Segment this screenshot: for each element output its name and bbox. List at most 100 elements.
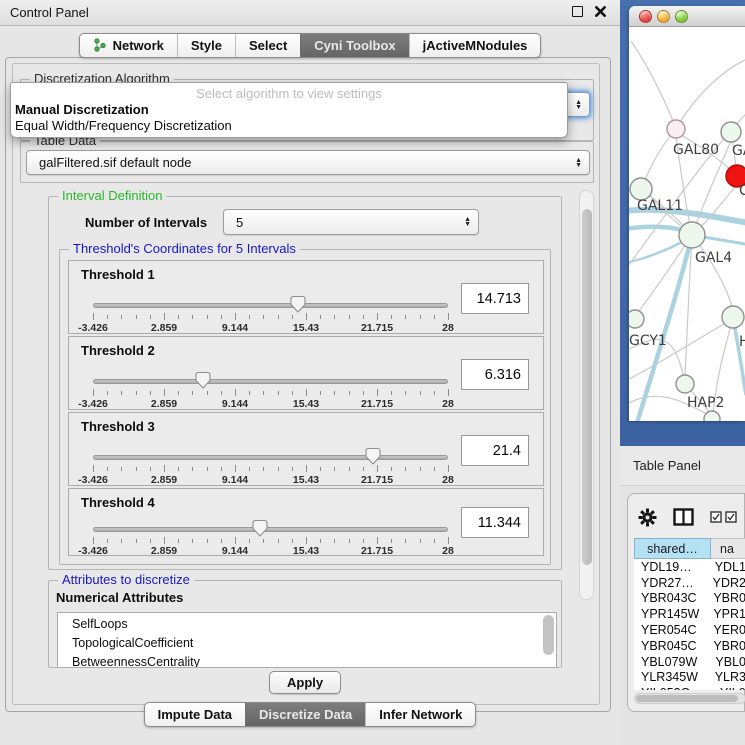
- interval-definition-section: Interval Definition Number of Intervals …: [48, 196, 562, 570]
- thresholds-section: Threshold's Coordinates for 5 Intervals …: [59, 249, 551, 565]
- table-row[interactable]: YIL052CYIL0: [634, 685, 745, 690]
- slider-track[interactable]: [93, 379, 448, 384]
- num-intervals-value: 5: [236, 215, 243, 230]
- slider-ticks: [93, 537, 448, 545]
- attributes-section: Attributes to discretize Numerical Attri…: [48, 580, 562, 668]
- tab-infer-network[interactable]: Infer Network: [365, 703, 475, 726]
- table-row[interactable]: YLR345WYLR3: [634, 670, 745, 686]
- table-horizontal-scrollbar[interactable]: [634, 693, 745, 704]
- network-window: GAL80 GA C GAL11 GAL4 GCY1 H HAP2: [629, 6, 745, 421]
- table-panel-titlebar: Table Panel: [620, 446, 745, 486]
- table-header-row: shared… na: [634, 538, 745, 559]
- close-window-icon[interactable]: [639, 10, 652, 23]
- settings-scrollbar-thumb[interactable]: [582, 209, 592, 565]
- algorithm-option-manual[interactable]: Manual Discretization: [11, 101, 567, 117]
- list-item[interactable]: BetweennessCentrality: [72, 653, 556, 668]
- float-window-icon[interactable]: [572, 6, 583, 17]
- node-hap2[interactable]: [676, 375, 694, 393]
- node-label: GCY1: [629, 333, 667, 349]
- slider-scale: -3.4262.8599.14415.4321.71528: [93, 398, 448, 410]
- slider-scale: -3.4262.8599.14415.4321.71528: [93, 545, 448, 557]
- thresholds-title: Threshold's Coordinates for 5 Intervals: [69, 241, 300, 256]
- tab-select[interactable]: Select: [235, 34, 300, 57]
- algorithm-dropdown-popup: Select algorithm to view settings Manual…: [10, 82, 568, 138]
- column-header-name[interactable]: na: [711, 538, 745, 559]
- table-horizontal-scrollbar-thumb[interactable]: [636, 695, 738, 702]
- slider-ticks: [93, 313, 448, 321]
- node-right-mid[interactable]: [722, 306, 744, 328]
- slider-track[interactable]: [93, 527, 448, 532]
- control-panel-titlebar: Control Panel: [0, 0, 620, 26]
- table-row[interactable]: YDR27…YDR2: [634, 575, 745, 591]
- numerical-attributes-list[interactable]: SelfLoops TopologicalCoefficient Between…: [57, 612, 557, 668]
- panel-title: Control Panel: [10, 5, 89, 20]
- numerical-attributes-label: Numerical Attributes: [56, 590, 183, 605]
- node-bottom[interactable]: [704, 411, 720, 421]
- table-row[interactable]: YDL19…YDL1: [634, 559, 745, 575]
- zoom-window-icon[interactable]: [675, 10, 688, 23]
- threshold-3-slider[interactable]: -3.4262.8599.14415.4321.71528: [93, 413, 448, 487]
- network-window-titlebar: [629, 6, 745, 27]
- num-intervals-combobox[interactable]: 5 ▲▼: [223, 209, 479, 235]
- list-item[interactable]: TopologicalCoefficient: [72, 634, 556, 653]
- tab-cyni-toolbox[interactable]: Cyni Toolbox: [300, 34, 408, 57]
- node-gal80[interactable]: [667, 120, 685, 138]
- tab-network[interactable]: Network: [80, 34, 177, 57]
- network-icon: [93, 38, 107, 53]
- checkbox-icon[interactable]: [710, 511, 722, 523]
- node-gcy1[interactable]: [629, 310, 644, 328]
- table-data-value: galFiltered.sif default node: [39, 155, 191, 170]
- slider-scale: -3.4262.8599.14415.4321.71528: [93, 474, 448, 486]
- table-row[interactable]: YBL079WYBL0: [634, 654, 745, 670]
- table-data-section: Table Data galFiltered.sif default node …: [20, 141, 594, 183]
- checkbox-icon[interactable]: [725, 511, 737, 523]
- minimize-window-icon[interactable]: [657, 10, 670, 23]
- list-scrollbar-thumb[interactable]: [543, 615, 554, 655]
- combo-arrows-icon: ▲▼: [575, 100, 582, 110]
- attributes-title: Attributes to discretize: [58, 572, 194, 587]
- tab-jactivemnodules[interactable]: jActiveMNodules: [409, 34, 541, 57]
- list-item[interactable]: SelfLoops: [72, 615, 556, 634]
- node-label: H: [739, 334, 745, 350]
- node-label: C: [739, 183, 745, 199]
- threshold-1-panel: Threshold 1 -3.4262.8599.14415.4321.7152…: [68, 260, 544, 334]
- node-label: GAL4: [695, 250, 732, 266]
- table-data-combobox[interactable]: galFiltered.sif default node ▲▼: [26, 150, 590, 175]
- table-row[interactable]: YER054CYER0: [634, 622, 745, 638]
- table-panel: shared… na YDL19…YDL1 YDR27…YDR2 YBR043C…: [627, 493, 745, 712]
- split-panel-icon[interactable]: [673, 508, 694, 526]
- threshold-4-value-field[interactable]: 11.344: [461, 507, 529, 538]
- combo-arrows-icon: ▲▼: [464, 217, 471, 227]
- node-label: GAL11: [637, 198, 683, 214]
- table-row[interactable]: YBR043CYBR0: [634, 591, 745, 607]
- settings-scrollbar[interactable]: [579, 190, 594, 600]
- node-label: GAL80: [673, 142, 719, 158]
- threshold-1-value-field[interactable]: 14.713: [461, 283, 529, 314]
- node-gal11[interactable]: [630, 178, 652, 200]
- node-top-right[interactable]: [721, 122, 741, 142]
- node-gal4[interactable]: [679, 222, 705, 248]
- gear-icon[interactable]: [638, 508, 657, 527]
- threshold-2-value-field[interactable]: 6.316: [461, 359, 529, 390]
- column-header-shared-name[interactable]: shared…: [634, 538, 711, 559]
- tab-style[interactable]: Style: [177, 34, 235, 57]
- apply-button[interactable]: Apply: [269, 671, 341, 694]
- threshold-2-panel: Threshold 2 -3.4262.8599.14415.4321.7152…: [68, 336, 544, 410]
- algorithm-option-equal-width[interactable]: Equal Width/Frequency Discretization: [11, 117, 567, 133]
- threshold-3-value-field[interactable]: 21.4: [461, 435, 529, 466]
- threshold-3-panel: Threshold 3 -3.4262.8599.14415.4321.7152…: [68, 412, 544, 486]
- tab-discretize-data[interactable]: Discretize Data: [245, 703, 365, 726]
- threshold-2-slider[interactable]: -3.4262.8599.14415.4321.71528: [93, 337, 448, 411]
- slider-track[interactable]: [93, 303, 448, 308]
- close-icon[interactable]: [595, 6, 606, 17]
- table-row[interactable]: YBR045CYBR0: [634, 638, 745, 654]
- tab-network-label: Network: [113, 38, 164, 53]
- slider-track[interactable]: [93, 455, 448, 460]
- control-panel: Control Panel Network Style Select Cyni …: [0, 0, 620, 745]
- threshold-1-slider[interactable]: -3.4262.8599.14415.4321.71528: [93, 261, 448, 335]
- slider-ticks: [93, 465, 448, 473]
- network-canvas[interactable]: GAL80 GA C GAL11 GAL4 GCY1 H HAP2: [629, 27, 745, 421]
- threshold-4-slider[interactable]: -3.4262.8599.14415.4321.71528: [93, 489, 448, 563]
- table-row[interactable]: YPR145WYPR1: [634, 606, 745, 622]
- tab-impute-data[interactable]: Impute Data: [145, 703, 245, 726]
